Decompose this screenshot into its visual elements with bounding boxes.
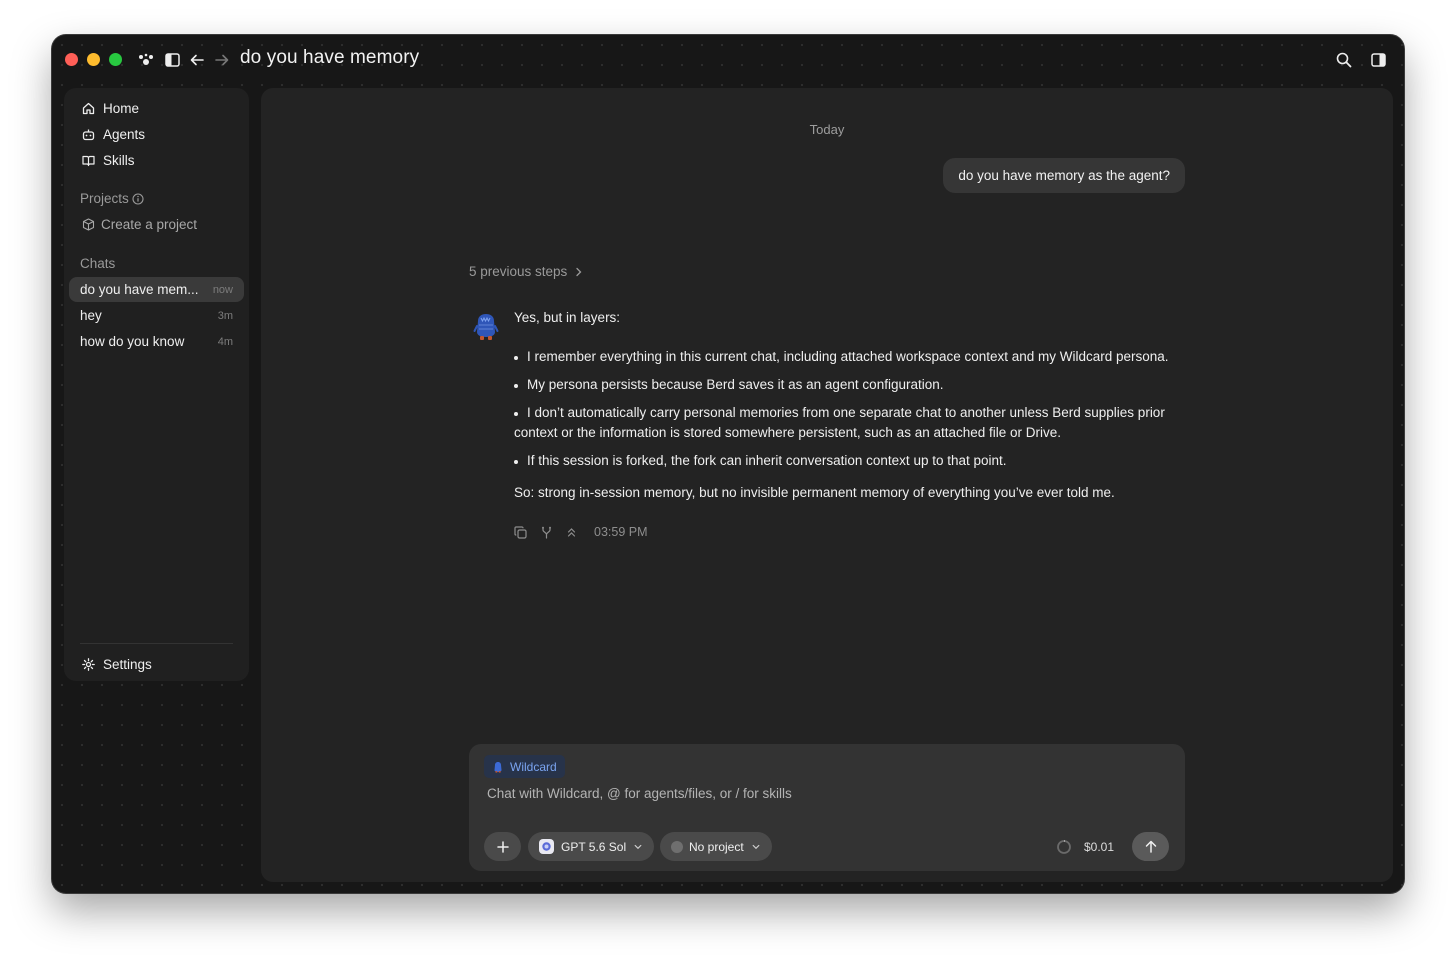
projects-label: Projects	[80, 191, 129, 206]
gear-icon	[80, 656, 96, 672]
chat-title: do you have mem...	[80, 282, 199, 297]
chevron-down-icon	[634, 844, 642, 850]
chat-time: 3m	[217, 309, 233, 322]
add-attachment-button[interactable]	[484, 832, 521, 861]
forward-arrow-icon[interactable]	[212, 50, 232, 70]
project-dot-icon	[671, 840, 683, 853]
reply-bullet: I don’t automatically carry personal mem…	[514, 403, 1186, 444]
chat-list-item[interactable]: how do you know 4m	[69, 329, 244, 354]
reply-bullet-list: I remember everything in this current ch…	[514, 347, 1186, 472]
chevron-down-icon	[752, 844, 760, 850]
sidebar-item-skills[interactable]: Skills	[80, 149, 135, 171]
user-message-bubble: do you have memory as the agent?	[943, 158, 1185, 193]
arrow-up-icon	[1145, 840, 1157, 853]
back-arrow-icon[interactable]	[187, 50, 207, 70]
chevron-right-icon	[575, 267, 583, 277]
copy-icon[interactable]	[514, 524, 540, 540]
chat-title: hey	[80, 308, 102, 323]
sidebar-item-agents[interactable]: Agents	[80, 123, 145, 145]
fork-icon[interactable]	[540, 524, 566, 540]
collapse-up-icon[interactable]	[566, 524, 592, 540]
sidebar-item-home[interactable]: Home	[80, 97, 139, 119]
app-window: do you have memory Home Agents Skills Pr…	[52, 35, 1404, 893]
agent-chip-wildcard[interactable]: Wildcard	[484, 755, 565, 778]
agent-reply: Yes, but in layers: I remember everythin…	[514, 308, 1186, 503]
reply-bullet: My persona persists because Berd saves i…	[514, 375, 1186, 396]
robot-icon	[80, 126, 96, 142]
sidebar-divider	[80, 643, 233, 644]
sidebar: Home Agents Skills Projects Create a pro…	[64, 88, 249, 681]
sidebar-item-label: Home	[103, 100, 140, 116]
plus-icon	[496, 840, 509, 853]
sidebar-item-label: Settings	[103, 656, 152, 672]
chat-time: 4m	[217, 335, 233, 348]
create-project-button[interactable]: Create a project	[80, 216, 197, 232]
chat-title: how do you know	[80, 334, 185, 349]
sidebar-toggle-icon[interactable]	[162, 50, 182, 70]
message-timestamp: 03:59 PM	[594, 525, 648, 539]
search-icon[interactable]	[1334, 50, 1354, 70]
chat-list-item[interactable]: do you have mem... now	[69, 277, 244, 302]
reply-closing: So: strong in-session memory, but no inv…	[514, 484, 1115, 500]
wildcard-agent-icon	[492, 761, 504, 773]
close-window-button[interactable]	[65, 53, 78, 66]
reply-intro: Yes, but in layers:	[514, 310, 621, 325]
chat-panel: Today do you have memory as the agent? 5…	[261, 88, 1393, 882]
previous-steps-label: 5 previous steps	[469, 264, 568, 279]
sidebar-item-settings[interactable]: Settings	[80, 653, 152, 675]
agent-avatar	[473, 312, 499, 342]
model-selector[interactable]: GPT 5.6 Sol	[528, 832, 655, 861]
project-label: No project	[689, 839, 744, 854]
info-icon[interactable]	[132, 192, 144, 205]
date-divider: Today	[809, 122, 845, 137]
sidebar-item-label: Skills	[103, 152, 135, 168]
reply-bullet: If this session is forked, the fork can …	[514, 451, 1186, 472]
model-label: GPT 5.6 Sol	[561, 839, 627, 854]
send-button[interactable]	[1132, 832, 1169, 861]
context-usage-ring-icon[interactable]	[1056, 839, 1072, 855]
previous-steps-toggle[interactable]: 5 previous steps	[469, 264, 583, 279]
composer: Wildcard GPT 5.6 Sol No project	[469, 744, 1185, 871]
home-icon	[80, 100, 96, 116]
window-title: do you have memory	[240, 47, 420, 68]
message-input[interactable]	[487, 786, 1087, 801]
book-icon	[80, 152, 96, 168]
right-panel-icon[interactable]	[1368, 50, 1388, 70]
chat-time: now	[212, 283, 233, 296]
agent-chip-label: Wildcard	[510, 759, 557, 774]
message-actions: 03:59 PM	[514, 524, 648, 540]
chat-list-item[interactable]: hey 3m	[69, 303, 244, 328]
projects-section-label: Projects	[80, 191, 144, 206]
title-bar: do you have memory	[52, 35, 1404, 87]
session-cost: $0.01	[1084, 840, 1115, 854]
create-project-label: Create a project	[101, 216, 198, 232]
project-box-icon	[80, 216, 96, 232]
sidebar-item-label: Agents	[103, 126, 146, 142]
reply-bullet: I remember everything in this current ch…	[514, 347, 1186, 368]
minimize-window-button[interactable]	[87, 53, 100, 66]
chats-section-label: Chats	[80, 256, 116, 271]
app-logo-icon[interactable]	[136, 50, 156, 70]
zoom-window-button[interactable]	[109, 53, 122, 66]
project-selector[interactable]: No project	[660, 832, 772, 861]
model-logo-icon	[539, 839, 554, 854]
